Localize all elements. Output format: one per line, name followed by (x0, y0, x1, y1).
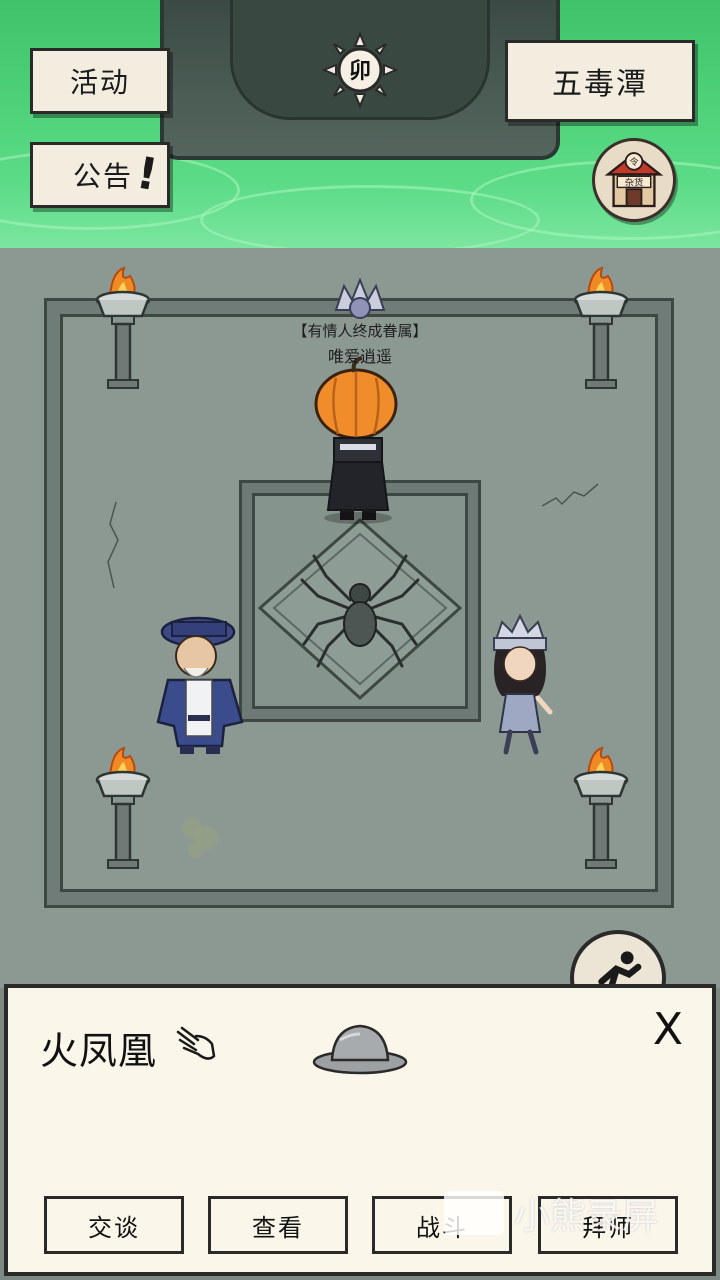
close-button[interactable]: X (644, 1006, 692, 1054)
inspect-label: 查看 (252, 1213, 304, 1242)
npc-old-man[interactable] (150, 610, 250, 760)
screen-recorder-watermark: 小熊录屏 (444, 1188, 658, 1238)
hat-icon[interactable] (310, 1018, 410, 1078)
talk-button[interactable]: 交谈 (44, 1196, 184, 1254)
notice-alert-icon: ! (132, 147, 164, 202)
shop-button[interactable]: 令 杂货 (592, 138, 676, 222)
shop-sign-label: 杂货 (625, 177, 644, 189)
floor-crack (107, 501, 119, 589)
brazier-icon (573, 746, 629, 869)
brazier-icon (573, 266, 629, 389)
activity-button[interactable]: 活动 (30, 48, 170, 114)
player-name: 唯爱逍遥 (327, 347, 392, 366)
spider-emblem-icon (257, 518, 463, 701)
activity-label: 活动 (69, 66, 130, 99)
recorder-logo-icon (444, 1191, 504, 1235)
floor-crack (541, 483, 599, 507)
player-title: 【有情人终成眷属】 (292, 322, 428, 340)
clock-sun-icon[interactable]: 卯 (322, 32, 398, 108)
npc-name: 火凤凰 (40, 1029, 158, 1073)
brazier-icon (95, 746, 151, 869)
talk-label: 交谈 (88, 1213, 140, 1242)
inspect-button[interactable]: 查看 (208, 1196, 348, 1254)
watermark-text: 小熊录屏 (514, 1196, 659, 1237)
location-name: 五毒潭 (552, 67, 648, 102)
npc-miao-girl[interactable] (480, 612, 560, 762)
location-panel: 五毒潭 (505, 40, 695, 122)
shop-icon: 令 杂货 (604, 152, 664, 208)
notice-label: 公告 (73, 160, 134, 193)
close-icon: X (652, 1004, 684, 1055)
clock-hour-glyph: 卯 (349, 59, 371, 84)
brazier-icon (95, 266, 151, 389)
notice-button[interactable]: 公告 ! (30, 142, 170, 208)
floor-moss (182, 818, 218, 858)
shop-sign-top: 令 (629, 156, 639, 168)
player-character[interactable] (300, 278, 420, 526)
pool-ripple (200, 185, 540, 250)
hand-pointer-icon[interactable] (172, 1022, 218, 1068)
